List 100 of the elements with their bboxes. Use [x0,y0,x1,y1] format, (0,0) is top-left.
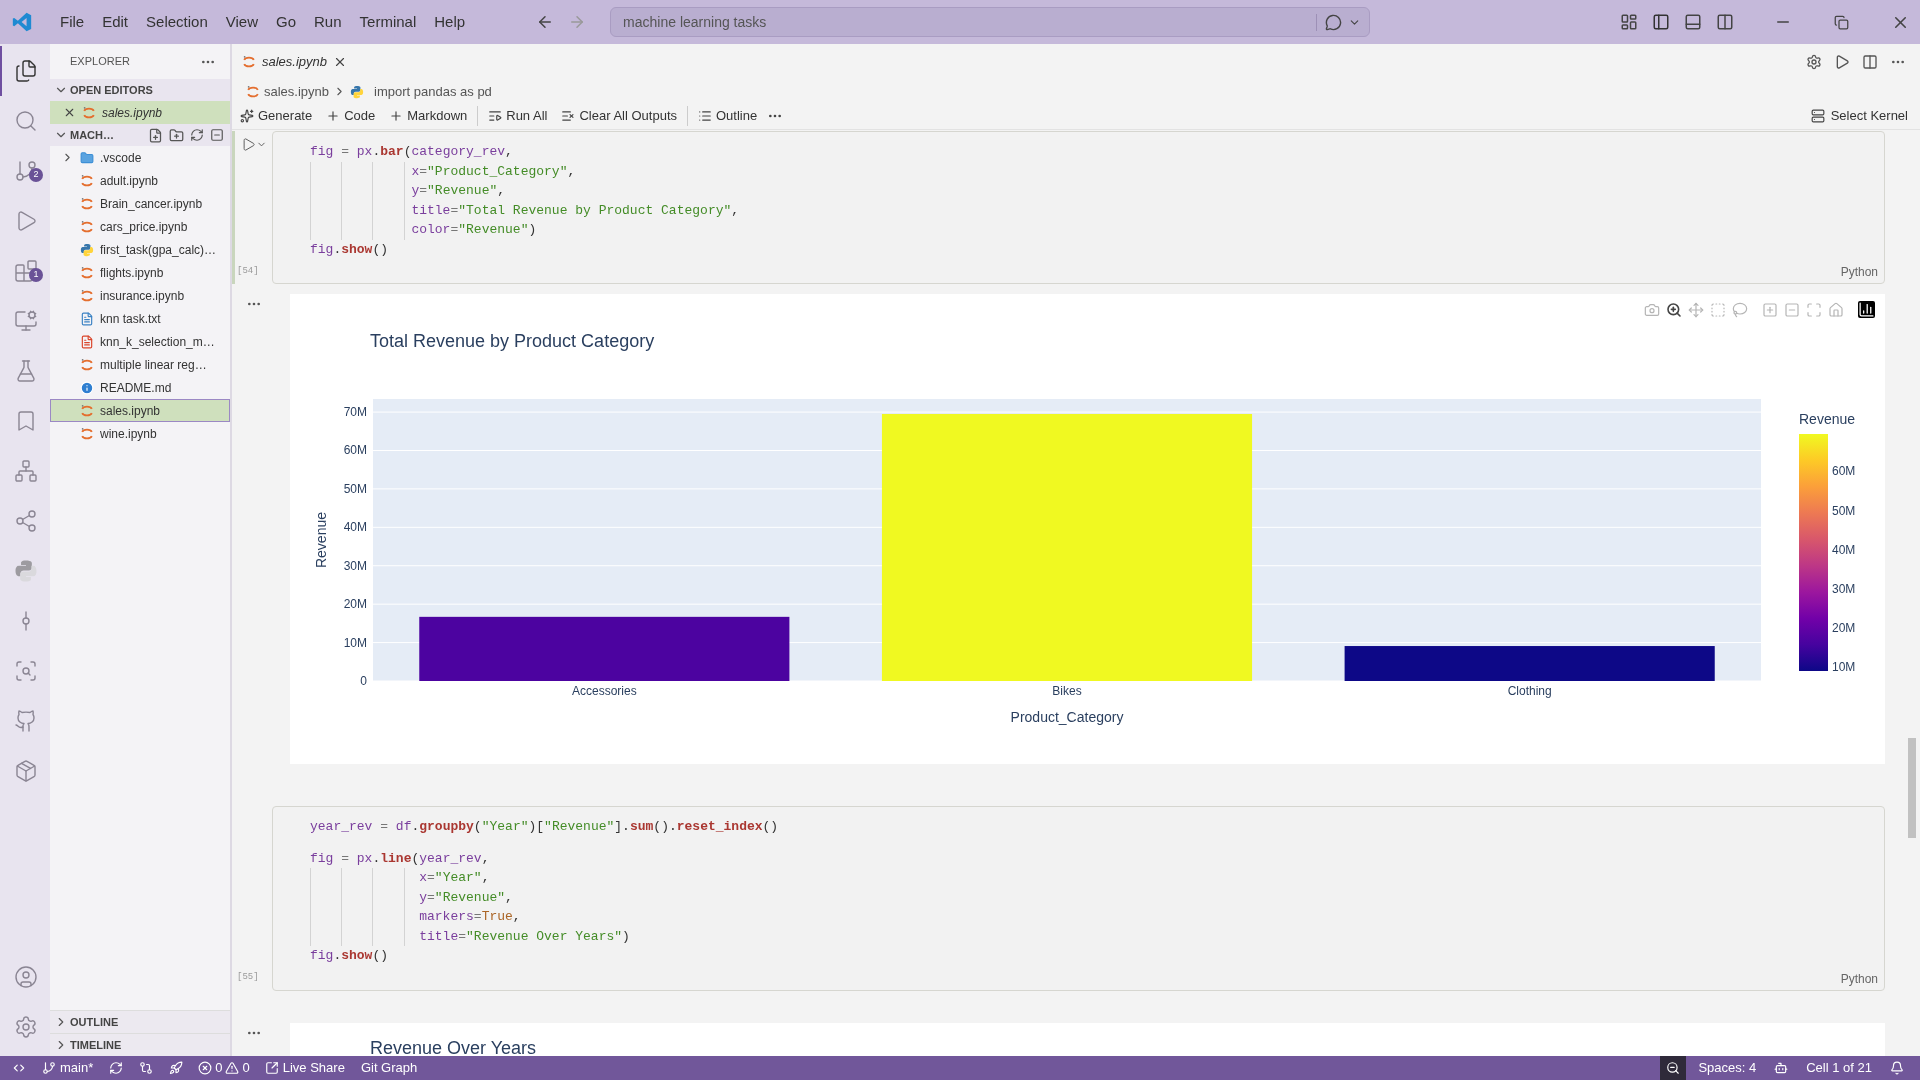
menu-item[interactable]: Terminal [352,10,424,34]
warning-icon [225,1061,240,1075]
file-name: wine.ipynb [100,425,157,443]
chat-icon[interactable] [1325,13,1343,31]
explorer-tree-row[interactable]: knn task.txt [50,307,230,330]
file-name: .vscode [100,149,142,167]
new-folder-icon[interactable] [169,127,184,143]
status-item[interactable]: Git Graph [354,1056,424,1080]
collapse-icon[interactable] [210,128,224,142]
explorer-tree-row[interactable]: .vscode [50,146,230,169]
compare-icon [139,1061,154,1075]
breadcrumb-item[interactable]: sales.ipynb [264,81,330,102]
file-name: adult.ipynb [100,172,159,190]
section-header[interactable]: OUTLINE [50,1010,230,1033]
y-tick-label: 30M [343,558,367,573]
toolbar-button[interactable]: Outline [698,106,758,126]
explorer-tree-row[interactable]: multiple linear reg… [50,353,230,376]
explorer-tree-row[interactable]: sales.ipynb [50,399,230,422]
activity-item[interactable]: 1 [0,246,50,296]
x-tick-label: Accessories [572,684,637,698]
explorer-tree-row[interactable]: cars_price.ipynb [50,215,230,238]
toolbar-button[interactable]: Clear All Outputs [561,106,677,126]
problems-indicator[interactable]: 0 0 [193,1058,255,1078]
sparkles-icon [240,109,254,123]
layout-icon[interactable] [1620,13,1638,31]
remote-icon [12,1061,26,1075]
explorer-tree-row[interactable]: knn_k_selection_m… [50,330,230,353]
open-editor-row[interactable]: sales.ipynb [50,101,230,124]
close-icon[interactable] [63,106,76,119]
tab-label: sales.ipynb [262,53,328,72]
notebook-icon [80,357,94,372]
status-item[interactable]: Cell 1 of 21 [1800,1056,1878,1080]
notebook-icon [80,196,94,211]
bar-chart-icon[interactable] [1858,301,1875,318]
bot-icon [1774,1061,1789,1075]
notebook-icon [80,173,94,188]
info-icon [80,380,94,395]
language-label: Python [1840,970,1878,988]
menu-item[interactable]: Edit [95,10,136,34]
code-line: fig = px.bar(category_rev, [310,144,513,159]
explorer-tree-row[interactable]: README.md [50,376,230,399]
run-cell-icon[interactable] [241,137,256,152]
explorer-tree-row[interactable]: wine.ipynb [50,422,230,445]
explorer-tree-row[interactable]: flights.ipynb [50,261,230,284]
network-icon [14,459,38,483]
refresh-icon[interactable] [190,128,204,142]
play-icon[interactable] [1834,54,1850,70]
zoom-icon[interactable] [1666,301,1682,318]
panel-bottom-icon[interactable] [1684,13,1702,31]
language-label: Python [1840,264,1878,281]
settings-icon[interactable] [1806,54,1822,70]
activity-item[interactable]: 2 [0,146,50,196]
monitor-icon [14,309,38,333]
menu-item[interactable]: File [53,10,92,34]
status-item[interactable]: Live Share [258,1056,351,1080]
menu-item[interactable]: Help [427,10,473,34]
section-header[interactable]: MACH… [50,124,230,146]
notebook-icon [80,265,94,280]
toolbar-button[interactable]: Code [326,106,376,126]
section-header[interactable]: TIMELINE [50,1033,230,1056]
panel-left-icon[interactable] [1652,13,1670,31]
explorer-tree-row[interactable]: insurance.ipynb [50,284,230,307]
branch-icon [14,159,38,183]
code-line: markers=True, [419,909,521,924]
split-editor-icon[interactable] [1862,54,1878,70]
toolbar-button[interactable]: Generate [240,106,313,126]
explorer-tree-row[interactable]: first_task(gpa_calc)… [50,238,230,261]
menu-item[interactable]: Selection [139,10,215,34]
restore-icon[interactable] [1834,14,1849,30]
explorer-tree-row[interactable]: Brain_cancer.ipynb [50,192,230,215]
panel-right-icon[interactable] [1716,13,1734,31]
file-name: insurance.ipynb [100,287,185,305]
pdf-icon [80,334,94,349]
code-line: fig.show() [310,241,389,257]
breadcrumb-item[interactable]: import pandas as pd [374,81,492,102]
menu-item[interactable]: Run [307,10,349,34]
kernel-button[interactable]: Select Kernel [1810,106,1908,126]
command-center[interactable]: machine learning tasks [610,7,1371,37]
toolbar-button[interactable]: Run All [488,106,548,126]
section-header[interactable]: OPEN EDITORS [50,79,230,101]
colorbar-tick-label: 60M [1832,464,1856,479]
menu-item[interactable]: Go [269,10,303,34]
y-tick-label: 10M [343,635,367,650]
new-file-icon[interactable] [148,127,163,143]
file-icon [80,311,94,326]
toolbar-button[interactable]: Markdown [389,106,468,126]
app-logo-icon [11,11,33,33]
y-tick-label: 60M [343,443,367,458]
list-icon [698,109,712,123]
status-item[interactable] [1660,1056,1687,1080]
file-name: Brain_cancer.ipynb [100,195,203,213]
chart-title: Total Revenue by Product Category [370,331,655,351]
menu-item[interactable]: View [218,10,265,34]
status-item[interactable]: Spaces: 4 [1692,1056,1763,1080]
code-line: title="Revenue Over Years") [419,928,630,944]
section-title: OUTLINE [70,1014,119,1030]
scrollbar-thumb[interactable] [1908,738,1916,838]
explorer-tree-row[interactable]: adult.ipynb [50,169,230,192]
scan-search-icon [14,659,38,683]
status-item[interactable]: main* [36,1056,100,1080]
